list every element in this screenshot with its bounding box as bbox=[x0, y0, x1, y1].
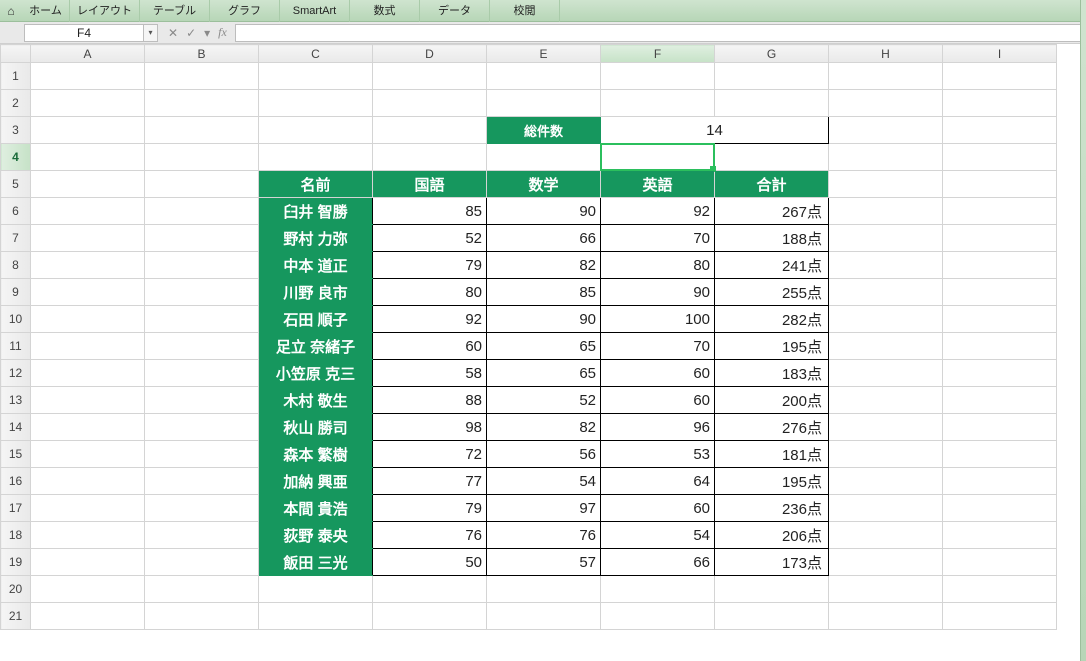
col-header-B[interactable]: B bbox=[145, 45, 259, 63]
row-header-13[interactable]: 13 bbox=[1, 387, 31, 414]
ribbon-tab-chart[interactable]: グラフ bbox=[210, 0, 280, 22]
table-row[interactable]: 加納 興亜 bbox=[259, 468, 373, 495]
table-row[interactable]: 中本 道正 bbox=[259, 252, 373, 279]
ribbon-tab-data[interactable]: データ bbox=[420, 0, 490, 22]
row-header-10[interactable]: 10 bbox=[1, 306, 31, 333]
name-box[interactable]: F4 bbox=[24, 24, 144, 42]
col-header-F[interactable]: F bbox=[601, 45, 715, 63]
col-header-A[interactable]: A bbox=[31, 45, 145, 63]
row-header-21[interactable]: 21 bbox=[1, 603, 31, 630]
col-header-H[interactable]: H bbox=[829, 45, 943, 63]
ribbon-tab-review[interactable]: 校閲 bbox=[490, 0, 560, 22]
row-header-6[interactable]: 6 bbox=[1, 198, 31, 225]
row-header-20[interactable]: 20 bbox=[1, 576, 31, 603]
confirm-icon[interactable]: ✓ bbox=[186, 26, 196, 40]
active-cell-F4[interactable] bbox=[601, 144, 715, 171]
table-header-gokei[interactable]: 合計 bbox=[715, 171, 829, 198]
table-row[interactable]: 臼井 智勝 bbox=[259, 198, 373, 225]
row-header-3[interactable]: 3 bbox=[1, 117, 31, 144]
col-header-I[interactable]: I bbox=[943, 45, 1057, 63]
summary-value-cell[interactable]: 14 bbox=[601, 117, 829, 144]
row-header-4[interactable]: 4 bbox=[1, 144, 31, 171]
home-icon[interactable]: ⌂ bbox=[0, 4, 22, 18]
row-header-9[interactable]: 9 bbox=[1, 279, 31, 306]
ribbon-tab-home[interactable]: ホーム bbox=[22, 0, 70, 22]
row-header-1[interactable]: 1 bbox=[1, 63, 31, 90]
select-all-corner[interactable] bbox=[1, 45, 31, 63]
ribbon-tab-table[interactable]: テーブル bbox=[140, 0, 210, 22]
spreadsheet-grid[interactable]: A B C D E F G H I 1 2 3 総件数 14 4 5 名前 国語… bbox=[0, 44, 1086, 630]
table-row[interactable]: 足立 奈緒子 bbox=[259, 333, 373, 360]
row-header-15[interactable]: 15 bbox=[1, 441, 31, 468]
table-row[interactable]: 野村 力弥 bbox=[259, 225, 373, 252]
ribbon: ⌂ ホーム レイアウト テーブル グラフ SmartArt 数式 データ 校閲 bbox=[0, 0, 1086, 22]
row-header-14[interactable]: 14 bbox=[1, 414, 31, 441]
table-header-kokugo[interactable]: 国語 bbox=[373, 171, 487, 198]
row-header-16[interactable]: 16 bbox=[1, 468, 31, 495]
row-header-11[interactable]: 11 bbox=[1, 333, 31, 360]
table-row[interactable]: 荻野 泰央 bbox=[259, 522, 373, 549]
expand-icon[interactable]: ▾ bbox=[204, 26, 210, 40]
col-header-C[interactable]: C bbox=[259, 45, 373, 63]
table-header-name[interactable]: 名前 bbox=[259, 171, 373, 198]
selection-outline bbox=[600, 143, 715, 171]
row-header-2[interactable]: 2 bbox=[1, 90, 31, 117]
ribbon-tab-smartart[interactable]: SmartArt bbox=[280, 0, 350, 22]
table-row[interactable]: 飯田 三光 bbox=[259, 549, 373, 576]
formula-bar: F4 ▾ ✕ ✓ ▾ fx bbox=[0, 22, 1086, 44]
table-row[interactable]: 本間 貴浩 bbox=[259, 495, 373, 522]
table-header-eigo[interactable]: 英語 bbox=[601, 171, 715, 198]
table-row[interactable]: 秋山 勝司 bbox=[259, 414, 373, 441]
col-header-E[interactable]: E bbox=[487, 45, 601, 63]
row-header-17[interactable]: 17 bbox=[1, 495, 31, 522]
name-box-dropdown[interactable]: ▾ bbox=[144, 24, 158, 42]
row-header-18[interactable]: 18 bbox=[1, 522, 31, 549]
row-header-7[interactable]: 7 bbox=[1, 225, 31, 252]
summary-label-cell[interactable]: 総件数 bbox=[487, 117, 601, 144]
row-header-8[interactable]: 8 bbox=[1, 252, 31, 279]
cancel-icon[interactable]: ✕ bbox=[168, 26, 178, 40]
ribbon-tab-layout[interactable]: レイアウト bbox=[70, 0, 140, 22]
row-header-12[interactable]: 12 bbox=[1, 360, 31, 387]
summary-value: 14 bbox=[601, 117, 828, 143]
col-header-D[interactable]: D bbox=[373, 45, 487, 63]
row-header-5[interactable]: 5 bbox=[1, 171, 31, 198]
summary-label: 総件数 bbox=[487, 117, 600, 143]
col-header-G[interactable]: G bbox=[715, 45, 829, 63]
table-row[interactable]: 木村 敬生 bbox=[259, 387, 373, 414]
table-header-sugaku[interactable]: 数学 bbox=[487, 171, 601, 198]
table-row[interactable]: 小笠原 克三 bbox=[259, 360, 373, 387]
row-header-19[interactable]: 19 bbox=[1, 549, 31, 576]
ribbon-tab-formula[interactable]: 数式 bbox=[350, 0, 420, 22]
table-row[interactable]: 川野 良市 bbox=[259, 279, 373, 306]
table-row[interactable]: 森本 繁樹 bbox=[259, 441, 373, 468]
table-row[interactable]: 石田 順子 bbox=[259, 306, 373, 333]
fx-icon[interactable]: fx bbox=[218, 25, 227, 40]
formula-input[interactable] bbox=[235, 24, 1082, 42]
column-header-row: A B C D E F G H I bbox=[1, 45, 1057, 63]
